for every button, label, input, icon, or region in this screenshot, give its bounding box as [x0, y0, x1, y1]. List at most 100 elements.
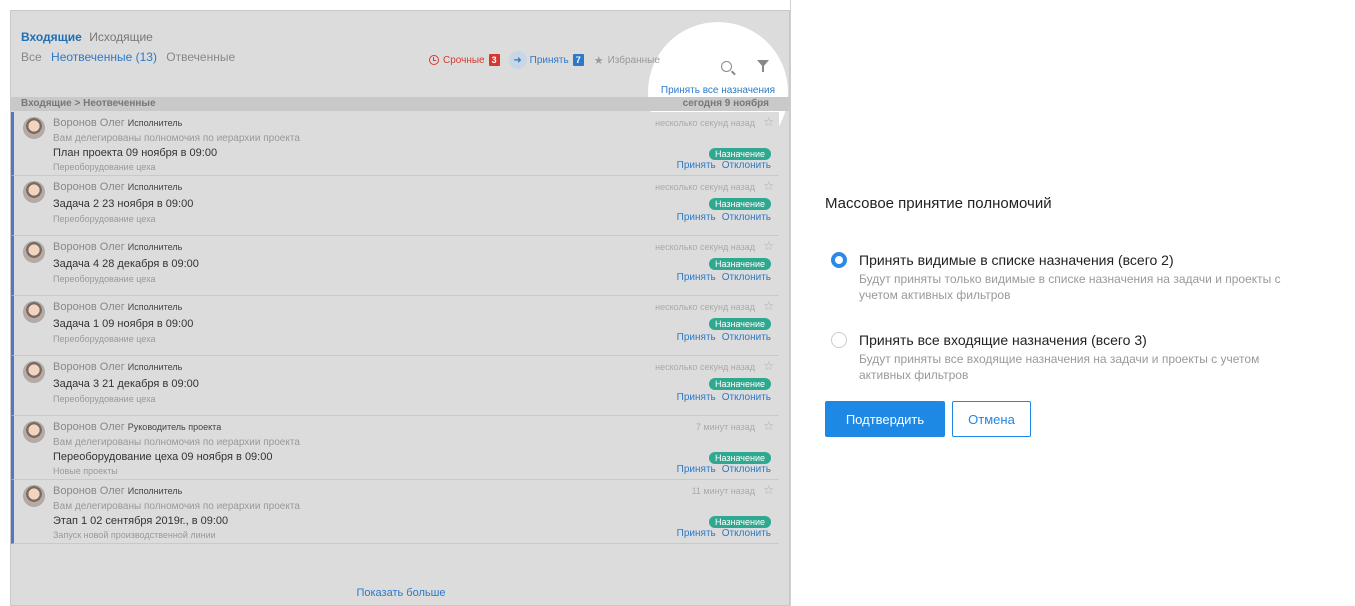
- list-item[interactable]: Воронов Олег Исполнитель Задача 3 21 дека…: [11, 356, 779, 416]
- avatar: [23, 181, 45, 203]
- author-name: Воронов Олег Исполнитель: [53, 485, 183, 497]
- list-item[interactable]: Воронов Олег Руководитель проекта Вам дел…: [11, 416, 779, 480]
- item-actions: Принять Отклонить: [677, 212, 771, 223]
- accept-link[interactable]: Принять: [677, 392, 716, 403]
- task-title[interactable]: Задача 2 23 ноября в 09:00: [53, 198, 193, 210]
- filter-accept-label: Принять: [529, 54, 569, 66]
- subtab-unanswered[interactable]: Неотвеченные (13): [51, 50, 157, 64]
- assignment-tag: Назначение: [708, 516, 771, 528]
- favorite-star-icon[interactable]: ☆: [763, 179, 774, 193]
- search-icon[interactable]: [721, 61, 732, 72]
- author-role: Исполнитель: [127, 362, 183, 372]
- accept-link[interactable]: Принять: [677, 212, 716, 223]
- urgent-count-badge: 3: [488, 54, 500, 66]
- task-title[interactable]: Переоборудование цеха 09 ноября в 09:00: [53, 451, 272, 463]
- radio-visible[interactable]: [831, 252, 847, 268]
- author-name: Воронов Олег Исполнитель: [53, 301, 183, 313]
- subtabs: Все Неотвеченные (13) Отвеченные: [21, 50, 241, 64]
- list-item[interactable]: Воронов Олег Исполнитель Вам делегированы…: [11, 480, 779, 544]
- bulk-accept-dialog: Массовое принятие полномочий Принять вид…: [825, 195, 1325, 437]
- task-title[interactable]: Задача 1 09 ноября в 09:00: [53, 318, 193, 330]
- avatar: [23, 485, 45, 507]
- accept-link[interactable]: Принять: [677, 464, 716, 475]
- option-visible-desc: Будут приняты только видимые в списке на…: [859, 272, 1281, 302]
- decline-link[interactable]: Отклонить: [722, 212, 771, 223]
- author-name: Воронов Олег Исполнитель: [53, 117, 183, 129]
- decline-link[interactable]: Отклонить: [722, 392, 771, 403]
- decline-link[interactable]: Отклонить: [722, 528, 771, 539]
- item-actions: Принять Отклонить: [677, 528, 771, 539]
- list-item[interactable]: Воронов Олег Исполнитель Задача 2 23 нояб…: [11, 176, 779, 236]
- delegated-note: Вам делегированы полномочия по иерархии …: [53, 437, 300, 448]
- tab-outgoing[interactable]: Исходящие: [89, 30, 153, 44]
- assignment-list: Воронов Олег Исполнитель Вам делегированы…: [11, 112, 779, 544]
- list-item[interactable]: Воронов Олег Исполнитель Вам делегированы…: [11, 112, 779, 176]
- filter-favorites[interactable]: ★ Избранные: [594, 54, 660, 67]
- radio-all[interactable]: [831, 332, 847, 348]
- project-name: Запуск новой производственной линии: [53, 530, 216, 540]
- project-name: Переоборудование цеха: [53, 274, 156, 284]
- decline-link[interactable]: Отклонить: [722, 272, 771, 283]
- accept-link[interactable]: Принять: [677, 160, 716, 171]
- item-actions: Принять Отклонить: [677, 160, 771, 171]
- decline-link[interactable]: Отклонить: [722, 464, 771, 475]
- list-item[interactable]: Воронов Олег Исполнитель Задача 1 09 нояб…: [11, 296, 779, 356]
- subtab-answered[interactable]: Отвеченные: [166, 50, 235, 64]
- avatar: [23, 421, 45, 443]
- avatar: [23, 117, 45, 139]
- delegated-note: Вам делегированы полномочия по иерархии …: [53, 133, 300, 144]
- filter-icon[interactable]: [757, 60, 769, 72]
- divider: [790, 0, 791, 606]
- item-actions: Принять Отклонить: [677, 332, 771, 343]
- avatar: [23, 361, 45, 383]
- breadcrumb-text: Входящие > Неотвеченные: [21, 98, 156, 109]
- accept-link[interactable]: Принять: [677, 332, 716, 343]
- filter-urgent-label: Срочные: [443, 54, 485, 66]
- item-time: 7 минут назад: [695, 422, 755, 432]
- cancel-button[interactable]: Отмена: [952, 401, 1031, 437]
- favorite-star-icon[interactable]: ☆: [763, 239, 774, 253]
- filter-accept[interactable]: ➜ Принять 7: [508, 51, 584, 69]
- confirm-button[interactable]: Подтвердить: [825, 401, 945, 437]
- task-title[interactable]: Задача 4 28 декабря в 09:00: [53, 258, 199, 270]
- task-title[interactable]: План проекта 09 ноября в 09:00: [53, 147, 217, 159]
- author-role: Исполнитель: [127, 242, 183, 252]
- project-name: Новые проекты: [53, 466, 118, 476]
- favorite-star-icon[interactable]: ☆: [763, 359, 774, 373]
- item-actions: Принять Отклонить: [677, 392, 771, 403]
- task-title[interactable]: Задача 3 21 декабря в 09:00: [53, 378, 199, 390]
- item-time: несколько секунд назад: [655, 242, 755, 252]
- dialog-title: Массовое принятие полномочий: [825, 195, 1052, 212]
- favorite-star-icon[interactable]: ☆: [763, 483, 774, 497]
- project-name: Переоборудование цеха: [53, 334, 156, 344]
- assignment-tag: Назначение: [708, 148, 771, 160]
- item-actions: Принять Отклонить: [677, 272, 771, 283]
- inbox-panel: Входящие Исходящие Все Неотвеченные (13)…: [10, 10, 790, 606]
- filter-urgent[interactable]: Срочные 3: [429, 54, 500, 66]
- accept-all-link[interactable]: Принять все назначения: [661, 85, 775, 96]
- item-time: 11 минут назад: [691, 486, 755, 496]
- accept-link[interactable]: Принять: [677, 272, 716, 283]
- filter-bar: Срочные 3 ➜ Принять 7 ★ Избранные: [429, 51, 660, 69]
- subtab-all[interactable]: Все: [21, 50, 42, 64]
- date-header: сегодня 9 ноября: [682, 98, 769, 109]
- show-more-link[interactable]: Показать больше: [11, 587, 789, 599]
- task-title[interactable]: Этап 1 02 сентября 2019г., в 09:00: [53, 515, 228, 527]
- clock-icon: [429, 55, 439, 65]
- favorite-star-icon[interactable]: ☆: [763, 419, 774, 433]
- accept-count-badge: 7: [572, 54, 584, 66]
- tab-incoming[interactable]: Входящие: [21, 30, 82, 44]
- option-all-desc: Будут приняты все входящие назначения на…: [859, 352, 1260, 382]
- decline-link[interactable]: Отклонить: [722, 332, 771, 343]
- author-name: Воронов Олег Исполнитель: [53, 241, 183, 253]
- favorite-star-icon[interactable]: ☆: [763, 299, 774, 313]
- item-time: несколько секунд назад: [655, 362, 755, 372]
- option-all-label[interactable]: Принять все входящие назначения (всего 3…: [859, 332, 1147, 348]
- item-time: несколько секунд назад: [655, 182, 755, 192]
- decline-link[interactable]: Отклонить: [722, 160, 771, 171]
- accept-link[interactable]: Принять: [677, 528, 716, 539]
- option-visible-label[interactable]: Принять видимые в списке назначения (все…: [859, 252, 1174, 268]
- favorite-star-icon[interactable]: ☆: [763, 115, 774, 129]
- list-item[interactable]: Воронов Олег Исполнитель Задача 4 28 дека…: [11, 236, 779, 296]
- item-actions: Принять Отклонить: [677, 464, 771, 475]
